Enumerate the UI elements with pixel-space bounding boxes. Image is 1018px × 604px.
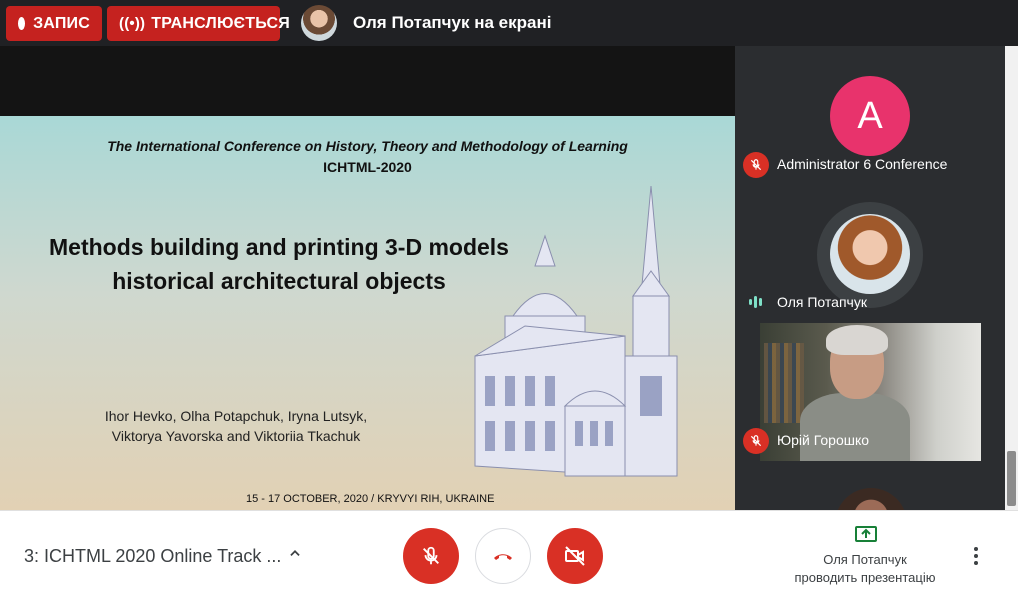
- mic-off-icon: [743, 152, 769, 178]
- recording-indicator[interactable]: ЗАПИС: [6, 6, 102, 41]
- meeting-title[interactable]: 3: ICHTML 2020 Online Track ...: [24, 546, 281, 567]
- recording-label: ЗАПИС: [33, 14, 90, 32]
- camera-toggle-button[interactable]: [547, 528, 603, 584]
- conference-short-name: ICHTML-2020: [323, 159, 412, 175]
- cathedral-model-image: [474, 185, 678, 477]
- presentation-slide: The International Conference on History,…: [0, 116, 735, 510]
- broadcast-icon: ((•)): [119, 15, 146, 32]
- mic-off-icon: [743, 428, 769, 454]
- mic-off-icon: [423, 546, 439, 565]
- participant-avatar-olya: [830, 214, 910, 294]
- main-stage: The International Conference on History,…: [0, 46, 735, 510]
- camera-off-icon: [565, 546, 585, 566]
- presenter-screen-label: Оля Потапчук на екрані: [353, 13, 552, 32]
- participants-panel: A Administrator 6 Conference Оля Потапчу…: [735, 46, 1005, 510]
- hangup-button[interactable]: [475, 528, 531, 584]
- participant-avatar-partial: [835, 488, 907, 510]
- authors-line1: Ihor Hevko, Olha Potapchuk, Iryna Lutsyk…: [104, 408, 368, 424]
- mic-toggle-button[interactable]: [403, 528, 459, 584]
- slide-authors: Ihor Hevko, Olha Potapchuk, Iryna Lutsyk…: [80, 406, 392, 446]
- hangup-icon: [494, 554, 512, 560]
- presenter-status: проводить презентацію: [794, 570, 936, 585]
- panel-scrollbar[interactable]: [1005, 46, 1018, 510]
- scrollbar-thumb[interactable]: [1007, 451, 1016, 506]
- live-stream-indicator[interactable]: ((•)) ТРАНСЛЮЄТЬСЯ: [107, 6, 290, 41]
- bottom-control-bar: 3: ICHTML 2020 Online Track ... Оля Пота…: [0, 510, 1018, 604]
- slide-title-line1: Methods building and printing 3-D models: [49, 234, 509, 260]
- conference-title: The International Conference on History,…: [107, 138, 628, 154]
- stage-letterbox: [0, 46, 735, 116]
- background-bookshelf: [764, 343, 804, 423]
- chevron-up-icon[interactable]: [288, 544, 302, 565]
- live-label: ТРАНСЛЮЄТЬСЯ: [151, 14, 290, 32]
- speaking-indicator-icon: [749, 296, 762, 308]
- person-hair: [826, 325, 888, 355]
- record-dot-icon: [18, 17, 26, 30]
- participant-name-yuriy: Юрій Горошко: [777, 432, 870, 448]
- authors-line2: Viktorya Yavorska and Viktoriia Tkachuk: [111, 428, 361, 444]
- participant-avatar-admin: A: [830, 76, 910, 156]
- present-icon[interactable]: [854, 525, 878, 550]
- slide-title-line2: historical architectural objects: [112, 268, 446, 294]
- participant-name-admin: Administrator 6 Conference: [777, 156, 948, 172]
- more-vert-icon[interactable]: [970, 547, 982, 565]
- slide-title: Methods building and printing 3-D models…: [24, 230, 534, 298]
- person-body: [800, 393, 910, 461]
- slide-dates: 15 - 17 OCTOBER, 2020 / KRYVYI RIH, UKRA…: [246, 493, 495, 505]
- presenter-name: Оля Потапчук: [823, 552, 907, 567]
- presenter-avatar: [301, 5, 337, 41]
- top-bar: ЗАПИС ((•)) ТРАНСЛЮЄТЬСЯ Оля Потапчук на…: [0, 0, 1018, 46]
- participant-name-olya: Оля Потапчук: [777, 294, 867, 310]
